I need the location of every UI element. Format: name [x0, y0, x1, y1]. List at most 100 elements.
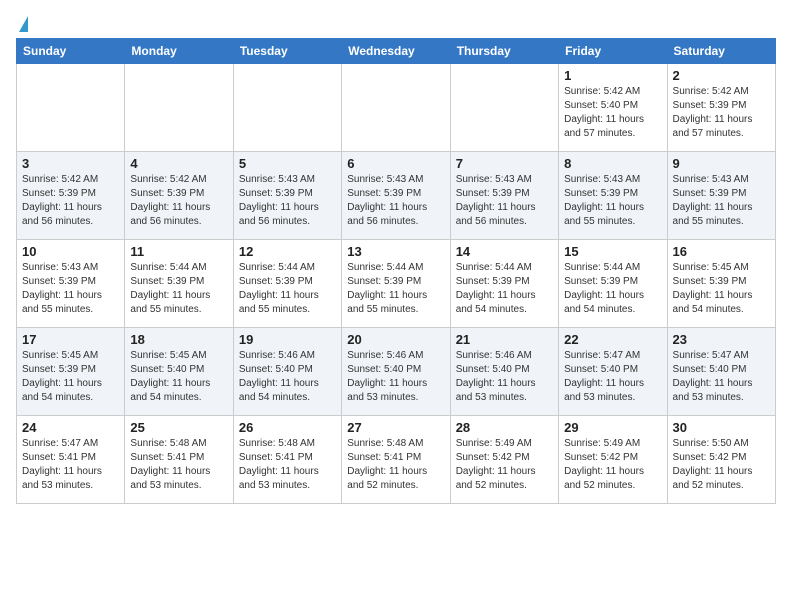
day-info: Sunrise: 5:46 AMSunset: 5:40 PMDaylight:… [456, 349, 553, 405]
day-number: 1 [564, 68, 661, 83]
day-number: 3 [22, 156, 119, 171]
day-info: Sunrise: 5:47 AMSunset: 5:40 PMDaylight:… [564, 349, 661, 405]
calendar-cell: 28 Sunrise: 5:49 AMSunset: 5:42 PMDayligh… [450, 416, 558, 504]
day-number: 7 [456, 156, 553, 171]
day-number: 14 [456, 244, 553, 259]
day-number: 9 [673, 156, 770, 171]
calendar-cell [17, 64, 125, 152]
calendar-cell: 29 Sunrise: 5:49 AMSunset: 5:42 PMDayligh… [559, 416, 667, 504]
day-info: Sunrise: 5:45 AMSunset: 5:40 PMDaylight:… [130, 349, 227, 405]
day-info: Sunrise: 5:47 AMSunset: 5:41 PMDaylight:… [22, 437, 119, 493]
calendar-cell [233, 64, 341, 152]
day-info: Sunrise: 5:43 AMSunset: 5:39 PMDaylight:… [456, 173, 553, 229]
calendar-cell: 3 Sunrise: 5:42 AMSunset: 5:39 PMDaylight… [17, 152, 125, 240]
day-info: Sunrise: 5:42 AMSunset: 5:39 PMDaylight:… [22, 173, 119, 229]
calendar-week-row: 17 Sunrise: 5:45 AMSunset: 5:39 PMDayligh… [17, 328, 776, 416]
day-info: Sunrise: 5:48 AMSunset: 5:41 PMDaylight:… [130, 437, 227, 493]
weekday-header-monday: Monday [125, 39, 233, 64]
calendar-header-row: SundayMondayTuesdayWednesdayThursdayFrid… [17, 39, 776, 64]
day-number: 22 [564, 332, 661, 347]
day-number: 13 [347, 244, 444, 259]
day-number: 19 [239, 332, 336, 347]
calendar-cell: 5 Sunrise: 5:43 AMSunset: 5:39 PMDaylight… [233, 152, 341, 240]
day-number: 29 [564, 420, 661, 435]
calendar-cell: 7 Sunrise: 5:43 AMSunset: 5:39 PMDaylight… [450, 152, 558, 240]
day-number: 27 [347, 420, 444, 435]
weekday-header-tuesday: Tuesday [233, 39, 341, 64]
day-number: 26 [239, 420, 336, 435]
day-info: Sunrise: 5:45 AMSunset: 5:39 PMDaylight:… [673, 261, 770, 317]
day-info: Sunrise: 5:43 AMSunset: 5:39 PMDaylight:… [564, 173, 661, 229]
day-info: Sunrise: 5:49 AMSunset: 5:42 PMDaylight:… [564, 437, 661, 493]
calendar-cell: 26 Sunrise: 5:48 AMSunset: 5:41 PMDayligh… [233, 416, 341, 504]
day-number: 15 [564, 244, 661, 259]
day-info: Sunrise: 5:42 AMSunset: 5:40 PMDaylight:… [564, 85, 661, 141]
calendar-cell: 2 Sunrise: 5:42 AMSunset: 5:39 PMDaylight… [667, 64, 775, 152]
day-info: Sunrise: 5:50 AMSunset: 5:42 PMDaylight:… [673, 437, 770, 493]
calendar-week-row: 3 Sunrise: 5:42 AMSunset: 5:39 PMDaylight… [17, 152, 776, 240]
day-number: 18 [130, 332, 227, 347]
day-number: 11 [130, 244, 227, 259]
page-header [16, 16, 776, 30]
weekday-header-friday: Friday [559, 39, 667, 64]
calendar-cell: 16Sunrise: 5:45 AMSunset: 5:39 PMDayligh… [667, 240, 775, 328]
day-info: Sunrise: 5:46 AMSunset: 5:40 PMDaylight:… [347, 349, 444, 405]
calendar-cell: 8 Sunrise: 5:43 AMSunset: 5:39 PMDaylight… [559, 152, 667, 240]
day-info: Sunrise: 5:44 AMSunset: 5:39 PMDaylight:… [564, 261, 661, 317]
day-number: 6 [347, 156, 444, 171]
day-info: Sunrise: 5:43 AMSunset: 5:39 PMDaylight:… [347, 173, 444, 229]
calendar-cell: 15 Sunrise: 5:44 AMSunset: 5:39 PMDayligh… [559, 240, 667, 328]
day-number: 28 [456, 420, 553, 435]
calendar-week-row: 10 Sunrise: 5:43 AMSunset: 5:39 PMDayligh… [17, 240, 776, 328]
calendar-cell: 12 Sunrise: 5:44 AMSunset: 5:39 PMDayligh… [233, 240, 341, 328]
day-number: 2 [673, 68, 770, 83]
day-number: 12 [239, 244, 336, 259]
day-info: Sunrise: 5:43 AMSunset: 5:39 PMDaylight:… [239, 173, 336, 229]
calendar-cell [125, 64, 233, 152]
calendar-cell: 22 Sunrise: 5:47 AMSunset: 5:40 PMDayligh… [559, 328, 667, 416]
day-number: 5 [239, 156, 336, 171]
calendar-week-row: 24 Sunrise: 5:47 AMSunset: 5:41 PMDayligh… [17, 416, 776, 504]
day-number: 8 [564, 156, 661, 171]
calendar-cell: 4Sunrise: 5:42 AMSunset: 5:39 PMDaylight… [125, 152, 233, 240]
calendar-cell: 23 Sunrise: 5:47 AMSunset: 5:40 PMDayligh… [667, 328, 775, 416]
calendar-cell: 25 Sunrise: 5:48 AMSunset: 5:41 PMDayligh… [125, 416, 233, 504]
calendar-cell [342, 64, 450, 152]
day-info: Sunrise: 5:44 AMSunset: 5:39 PMDaylight:… [130, 261, 227, 317]
calendar-cell: 6 Sunrise: 5:43 AMSunset: 5:39 PMDaylight… [342, 152, 450, 240]
day-info: Sunrise: 5:45 AMSunset: 5:39 PMDaylight:… [22, 349, 119, 405]
day-info: Sunrise: 5:42 AMSunset: 5:39 PMDaylight:… [673, 85, 770, 141]
weekday-header-saturday: Saturday [667, 39, 775, 64]
calendar-table: SundayMondayTuesdayWednesdayThursdayFrid… [16, 38, 776, 504]
day-number: 17 [22, 332, 119, 347]
calendar-cell: 10 Sunrise: 5:43 AMSunset: 5:39 PMDayligh… [17, 240, 125, 328]
calendar-week-row: 1 Sunrise: 5:42 AMSunset: 5:40 PMDaylight… [17, 64, 776, 152]
day-number: 10 [22, 244, 119, 259]
calendar-cell: 11 Sunrise: 5:44 AMSunset: 5:39 PMDayligh… [125, 240, 233, 328]
day-info: Sunrise: 5:46 AMSunset: 5:40 PMDaylight:… [239, 349, 336, 405]
logo-triangle-icon [19, 16, 28, 32]
calendar-cell: 18 Sunrise: 5:45 AMSunset: 5:40 PMDayligh… [125, 328, 233, 416]
calendar-cell: 13 Sunrise: 5:44 AMSunset: 5:39 PMDayligh… [342, 240, 450, 328]
calendar-cell: 9 Sunrise: 5:43 AMSunset: 5:39 PMDaylight… [667, 152, 775, 240]
day-info: Sunrise: 5:44 AMSunset: 5:39 PMDaylight:… [347, 261, 444, 317]
calendar-cell: 14Sunrise: 5:44 AMSunset: 5:39 PMDayligh… [450, 240, 558, 328]
day-number: 24 [22, 420, 119, 435]
day-info: Sunrise: 5:49 AMSunset: 5:42 PMDaylight:… [456, 437, 553, 493]
day-info: Sunrise: 5:43 AMSunset: 5:39 PMDaylight:… [673, 173, 770, 229]
day-info: Sunrise: 5:47 AMSunset: 5:40 PMDaylight:… [673, 349, 770, 405]
day-number: 23 [673, 332, 770, 347]
calendar-cell: 24 Sunrise: 5:47 AMSunset: 5:41 PMDayligh… [17, 416, 125, 504]
day-info: Sunrise: 5:42 AMSunset: 5:39 PMDaylight:… [130, 173, 227, 229]
logo [16, 16, 28, 30]
day-number: 30 [673, 420, 770, 435]
weekday-header-wednesday: Wednesday [342, 39, 450, 64]
calendar-cell: 20Sunrise: 5:46 AMSunset: 5:40 PMDayligh… [342, 328, 450, 416]
day-info: Sunrise: 5:48 AMSunset: 5:41 PMDaylight:… [239, 437, 336, 493]
weekday-header-sunday: Sunday [17, 39, 125, 64]
day-number: 25 [130, 420, 227, 435]
calendar-cell [450, 64, 558, 152]
day-info: Sunrise: 5:44 AMSunset: 5:39 PMDaylight:… [239, 261, 336, 317]
day-info: Sunrise: 5:43 AMSunset: 5:39 PMDaylight:… [22, 261, 119, 317]
day-number: 21 [456, 332, 553, 347]
